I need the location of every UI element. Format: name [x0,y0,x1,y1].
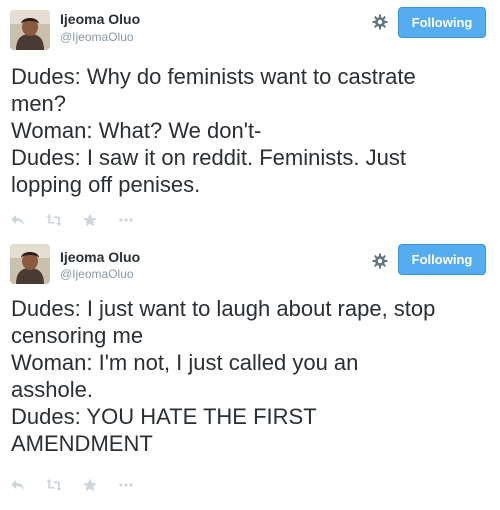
tweet-line: lopping off penises. [11,172,201,197]
tweet-line: Woman: I'm not, I just called you an [11,350,359,375]
more-icon[interactable] [118,213,134,227]
tweet-line: asshole. [11,377,93,402]
tweet-line: Dudes: Why do feminists want to castrate [11,64,416,89]
more-icon[interactable] [118,478,134,492]
tweet-line: men? [11,91,67,116]
reply-icon[interactable] [10,478,26,492]
avatar[interactable] [10,10,50,50]
user-handle[interactable]: @IjeomaOluo [60,267,134,281]
user-handle[interactable]: @IjeomaOluo [60,30,134,44]
favorite-icon[interactable] [82,478,98,492]
tweet-text: Dudes: Why do feminists want to castrate… [11,63,489,198]
retweet-icon[interactable] [46,213,62,227]
user-name[interactable]: Ijeoma Oluo [60,11,140,27]
tweet-card: Ijeoma Oluo @IjeomaOluo Following Dudes:… [0,238,500,510]
tweet-line: AMENDMENT [11,431,153,456]
gear-icon[interactable] [372,253,388,269]
tweet-line: censoring me [11,323,144,348]
tweet-actions [10,477,154,493]
tweet-line: Dudes: I saw it on reddit. Feminists. Ju… [11,145,406,170]
reply-icon[interactable] [10,213,26,227]
avatar[interactable] [10,244,50,284]
gear-icon[interactable] [372,14,388,30]
favorite-icon[interactable] [82,213,98,227]
following-button[interactable]: Following [398,7,486,38]
tweet-line: Dudes: YOU HATE THE FIRST [11,404,317,429]
tweet-line: Woman: What? We don't- [11,118,262,143]
tweet-text: Dudes: I just want to laugh about rape, … [11,295,489,457]
tweet-line: Dudes: I just want to laugh about rape, … [11,296,436,321]
tweet-card: Ijeoma Oluo @IjeomaOluo Following Dudes:… [0,0,500,238]
user-name[interactable]: Ijeoma Oluo [60,249,140,265]
following-button[interactable]: Following [398,244,486,275]
retweet-icon[interactable] [46,478,62,492]
tweet-actions [10,212,154,228]
